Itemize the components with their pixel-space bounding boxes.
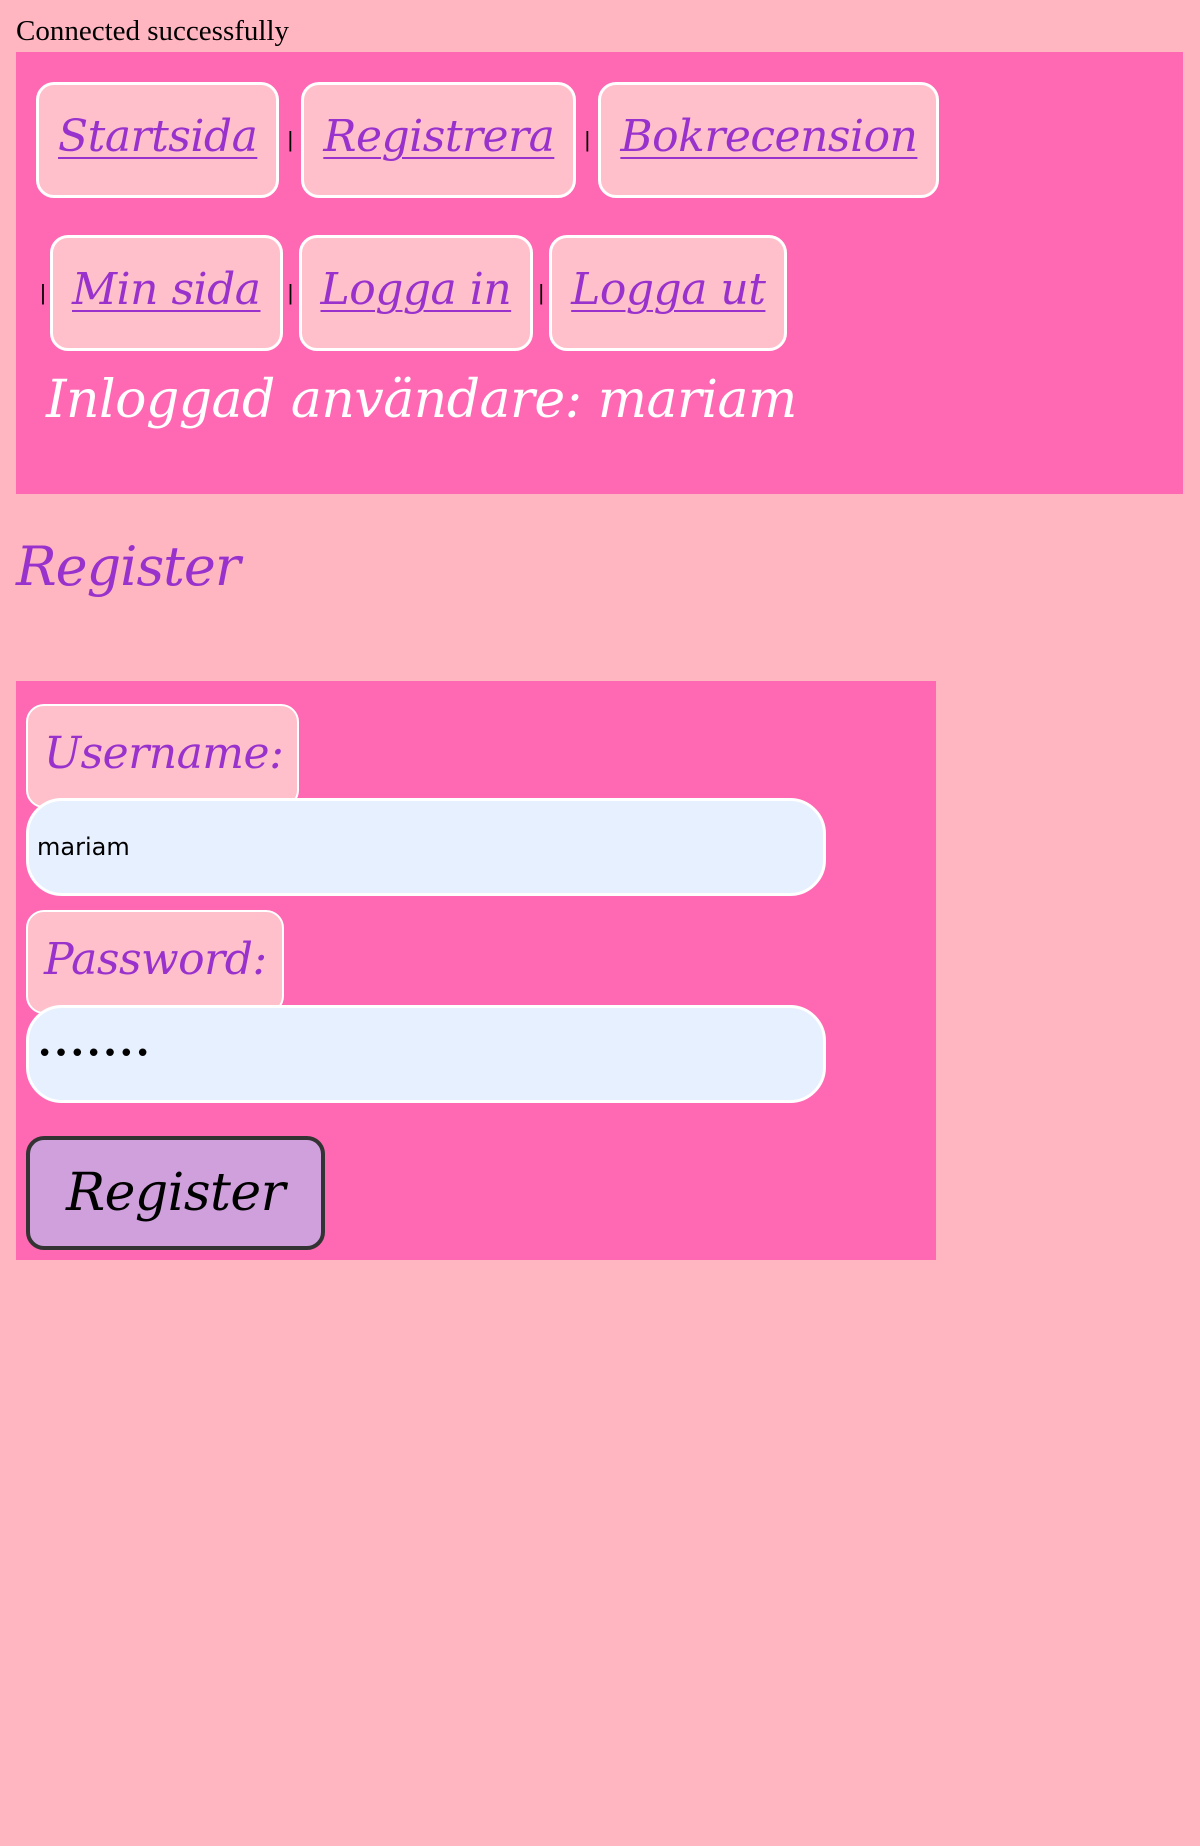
- register-button[interactable]: Register: [26, 1136, 325, 1250]
- page-title: Register: [16, 535, 241, 598]
- nav-link-bokrecension[interactable]: Bokrecension: [598, 82, 940, 198]
- nav-row-primary: Startsida | Registrera | Bokrecension: [36, 82, 940, 198]
- header-panel: Startsida | Registrera | Bokrecension | …: [16, 52, 1183, 494]
- nav-link-logga-in[interactable]: Logga in: [298, 235, 534, 351]
- nav-separator: |: [538, 280, 545, 305]
- logged-in-user-text: Inloggad användare: mariam: [46, 370, 797, 430]
- nav-separator: |: [40, 280, 46, 305]
- nav-separator: |: [287, 280, 294, 305]
- nav-separator: |: [584, 127, 591, 152]
- nav-row-secondary: | Min sida | Logga in | Logga ut: [36, 235, 788, 351]
- nav-link-startsida[interactable]: Startsida: [36, 82, 280, 198]
- username-label: Username:: [26, 704, 299, 808]
- register-form: Username: Password: Register: [16, 681, 936, 1260]
- password-input[interactable]: [26, 1005, 826, 1103]
- nav-link-min-sida[interactable]: Min sida: [50, 235, 283, 351]
- password-label: Password:: [26, 910, 284, 1014]
- connection-status: Connected successfully: [16, 15, 290, 47]
- nav-separator: |: [287, 127, 294, 152]
- username-input[interactable]: [26, 798, 826, 896]
- nav-link-registrera[interactable]: Registrera: [301, 82, 577, 198]
- nav-link-logga-ut[interactable]: Logga ut: [549, 235, 788, 351]
